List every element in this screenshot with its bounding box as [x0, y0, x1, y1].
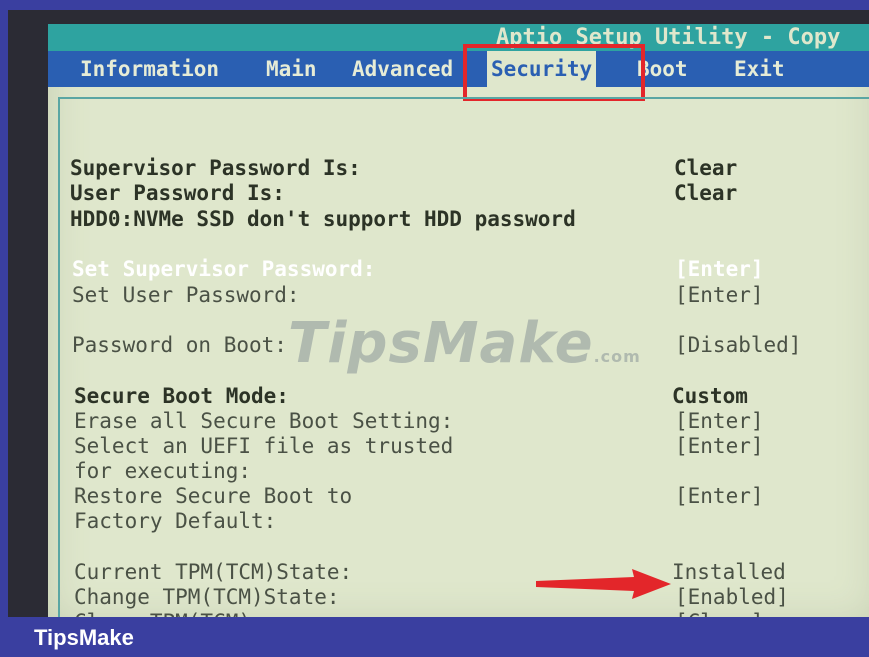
brand-label: TipsMake: [34, 625, 134, 650]
current-tpm-state-label: Current TPM(TCM)State:: [74, 560, 353, 584]
erase-secure-boot-label[interactable]: Erase all Secure Boot Setting:: [74, 408, 453, 434]
supervisor-password-label: Supervisor Password Is:: [70, 156, 361, 180]
set-supervisor-password-value[interactable]: [Enter]: [675, 256, 764, 282]
change-tpm-state-value[interactable]: [Enabled]: [675, 584, 789, 610]
hdd-password-note: HDD0:NVMe SSD don't support HDD password: [70, 207, 576, 231]
watermark-logo: TipsMake.com: [288, 311, 641, 376]
secure-boot-mode-label: Secure Boot Mode:: [74, 384, 289, 408]
brand-bar: TipsMake: [0, 617, 869, 657]
set-user-password-label[interactable]: Set User Password:: [72, 282, 300, 308]
select-uefi-label-line2: for executing:: [74, 459, 252, 483]
tab-information[interactable]: Information: [76, 51, 223, 87]
red-arrow-icon: [536, 569, 671, 599]
bios-screen: Aptio Setup Utility - Copy Information M…: [48, 24, 869, 617]
current-tpm-state-value: Installed: [672, 560, 786, 584]
tab-bar: Information Main Advanced Security Boot …: [48, 51, 869, 87]
change-tpm-state-label[interactable]: Change TPM(TCM)State:: [74, 584, 340, 610]
select-uefi-value[interactable]: [Enter]: [675, 433, 764, 459]
watermark-text: TipsMake: [288, 311, 594, 376]
clear-tpm-label[interactable]: Clear TPM(TCM):: [74, 609, 264, 617]
secure-boot-mode-value[interactable]: Custom: [672, 383, 748, 409]
tab-main[interactable]: Main: [262, 51, 321, 87]
erase-secure-boot-value[interactable]: [Enter]: [675, 408, 764, 434]
restore-secure-boot-value[interactable]: [Enter]: [675, 483, 764, 509]
restore-secure-boot-label-line1[interactable]: Restore Secure Boot to: [74, 483, 352, 509]
title-bar: Aptio Setup Utility - Copy: [48, 24, 869, 51]
clear-tpm-value[interactable]: [Clear]: [675, 609, 764, 617]
password-on-boot-label[interactable]: Password on Boot:: [72, 332, 287, 358]
set-supervisor-password-label[interactable]: Set Supervisor Password:: [72, 256, 375, 282]
user-password-value: Clear: [674, 181, 738, 205]
set-user-password-value[interactable]: [Enter]: [675, 282, 764, 308]
tab-advanced[interactable]: Advanced: [348, 51, 457, 87]
image-frame: Aptio Setup Utility - Copy Information M…: [0, 0, 869, 657]
security-tab-highlight: [463, 44, 645, 101]
bios-photo: Aptio Setup Utility - Copy Information M…: [8, 10, 869, 617]
watermark-suffix: .com: [593, 347, 641, 366]
user-password-label: User Password Is:: [70, 181, 285, 205]
restore-secure-boot-label-line2: Factory Default:: [74, 509, 277, 533]
select-uefi-label-line1[interactable]: Select an UEFI file as trusted: [74, 433, 453, 459]
tab-exit[interactable]: Exit: [730, 51, 789, 87]
supervisor-password-value: Clear: [674, 156, 738, 180]
password-on-boot-value[interactable]: [Disabled]: [675, 332, 801, 358]
